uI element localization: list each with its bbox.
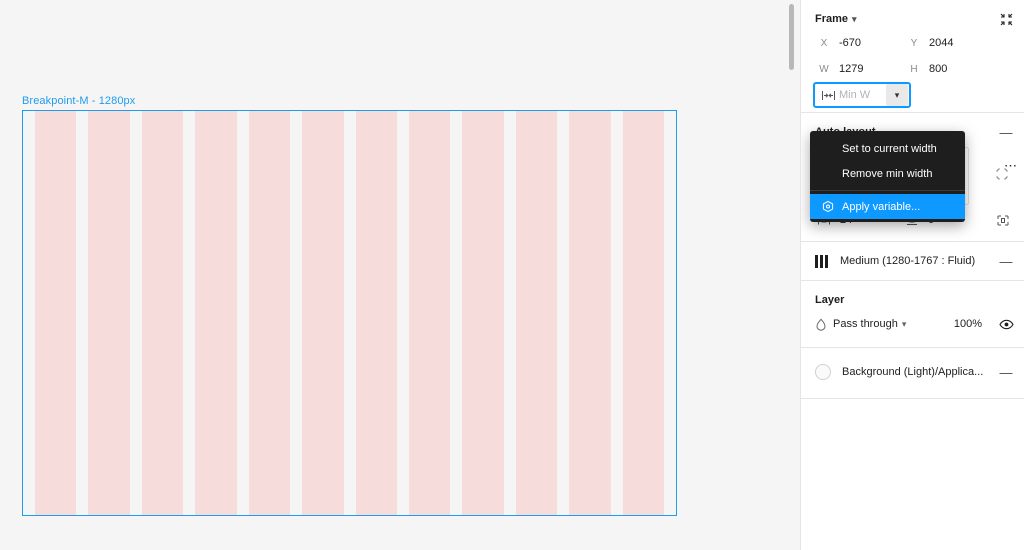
layout-grid-overlay bbox=[23, 111, 676, 515]
menu-item-label: Remove min width bbox=[842, 167, 933, 180]
fill-row: Background (Light)/Applica... — bbox=[801, 358, 1024, 386]
variable-icon bbox=[821, 200, 834, 213]
width-value: 1279 bbox=[839, 63, 864, 75]
fill-section: Background (Light)/Applica... — bbox=[801, 348, 1024, 399]
grid-column bbox=[355, 111, 397, 515]
canvas-scrollbar[interactable] bbox=[789, 4, 794, 70]
min-width-icon bbox=[819, 87, 837, 103]
breakpoint-title-group: Medium (1280-1767 : Fluid) bbox=[815, 254, 976, 268]
h-label-icon: H bbox=[910, 63, 918, 75]
frame-section-header: Frame ▾ bbox=[801, 8, 1024, 30]
grid-column bbox=[462, 111, 504, 515]
breakpoint-section: Medium (1280-1767 : Fluid) — bbox=[801, 242, 1024, 281]
auto-layout-collapse-button[interactable]: — bbox=[996, 122, 1016, 142]
hug-contents-icon[interactable] bbox=[992, 164, 1012, 184]
properties-panel: Frame ▾ X -670 Y 2044 W 1279 H 800 Min W… bbox=[800, 0, 1024, 550]
frame-section-title-group[interactable]: Frame ▾ bbox=[815, 13, 857, 25]
chevron-down-icon[interactable]: ▾ bbox=[852, 14, 857, 25]
menu-item-label: Set to current width bbox=[842, 142, 937, 155]
design-canvas[interactable]: Breakpoint-M - 1280px bbox=[0, 0, 800, 550]
menu-item-label: Apply variable... bbox=[842, 200, 921, 213]
grid-column bbox=[141, 111, 184, 515]
size-row: W 1279 H 800 bbox=[801, 56, 1024, 82]
x-value: -670 bbox=[839, 37, 862, 49]
individual-padding-icon[interactable] bbox=[994, 212, 1012, 228]
x-label-icon: X bbox=[820, 37, 828, 49]
layer-section: Layer Pass through ▾ 100% bbox=[801, 281, 1024, 348]
layout-grid-icon bbox=[815, 254, 828, 268]
w-label-icon: W bbox=[819, 63, 829, 75]
grid-column bbox=[569, 111, 611, 515]
opacity-value[interactable]: 100% bbox=[954, 318, 982, 330]
grid-column bbox=[622, 111, 665, 515]
position-row: X -670 Y 2044 bbox=[801, 30, 1024, 56]
grid-column bbox=[88, 111, 130, 515]
frame-section: Frame ▾ X -670 Y 2044 W 1279 H 800 Min W… bbox=[801, 0, 1024, 180]
x-field[interactable]: X -670 bbox=[815, 32, 905, 54]
grid-column bbox=[408, 111, 451, 515]
collapse-arrows-icon[interactable] bbox=[996, 9, 1016, 29]
breakpoint-frame[interactable] bbox=[22, 110, 677, 516]
breakpoint-label: Medium (1280-1767 : Fluid) bbox=[840, 255, 976, 267]
min-width-placeholder: Min W bbox=[839, 89, 871, 101]
y-label-icon: Y bbox=[910, 37, 918, 49]
menu-item-remove-min-width[interactable]: Remove min width bbox=[810, 161, 965, 186]
blend-mode-row: Pass through ▾ 100% bbox=[801, 311, 1024, 337]
menu-item-set-to-current-width[interactable]: Set to current width bbox=[810, 136, 965, 161]
remove-fill-button[interactable]: — bbox=[996, 362, 1016, 382]
frame-label[interactable]: Breakpoint-M - 1280px bbox=[22, 95, 135, 107]
min-width-chevron-down-icon[interactable]: ▾ bbox=[886, 84, 908, 106]
breakpoint-header[interactable]: Medium (1280-1767 : Fluid) — bbox=[801, 248, 1024, 274]
layer-title: Layer bbox=[815, 294, 845, 306]
frame-section-title: Frame bbox=[815, 13, 849, 25]
color-swatch[interactable] bbox=[815, 364, 831, 380]
y-field[interactable]: Y 2044 bbox=[905, 32, 995, 54]
grid-column bbox=[248, 111, 291, 515]
blend-mode-value[interactable]: Pass through bbox=[833, 318, 898, 330]
grid-column bbox=[35, 111, 77, 515]
width-field[interactable]: W 1279 bbox=[815, 58, 905, 80]
blend-mode-icon[interactable] bbox=[815, 318, 833, 331]
height-value: 800 bbox=[929, 63, 948, 75]
grid-column bbox=[195, 111, 237, 515]
breakpoint-remove-button[interactable]: — bbox=[996, 251, 1016, 271]
menu-item-apply-variable[interactable]: Apply variable... bbox=[810, 194, 965, 219]
y-value: 2044 bbox=[929, 37, 954, 49]
menu-divider bbox=[810, 190, 965, 191]
layer-header: Layer bbox=[801, 289, 1024, 311]
grid-column bbox=[302, 111, 344, 515]
fill-style-name[interactable]: Background (Light)/Applica... bbox=[842, 366, 983, 378]
eye-icon[interactable] bbox=[996, 314, 1016, 334]
height-field[interactable]: H 800 bbox=[905, 58, 995, 80]
grid-column bbox=[515, 111, 558, 515]
min-width-input[interactable]: Min W ▾ bbox=[813, 82, 911, 108]
min-width-context-menu: Set to current width Remove min width Ap… bbox=[810, 131, 965, 222]
blend-mode-chevron-down-icon[interactable]: ▾ bbox=[902, 319, 907, 330]
